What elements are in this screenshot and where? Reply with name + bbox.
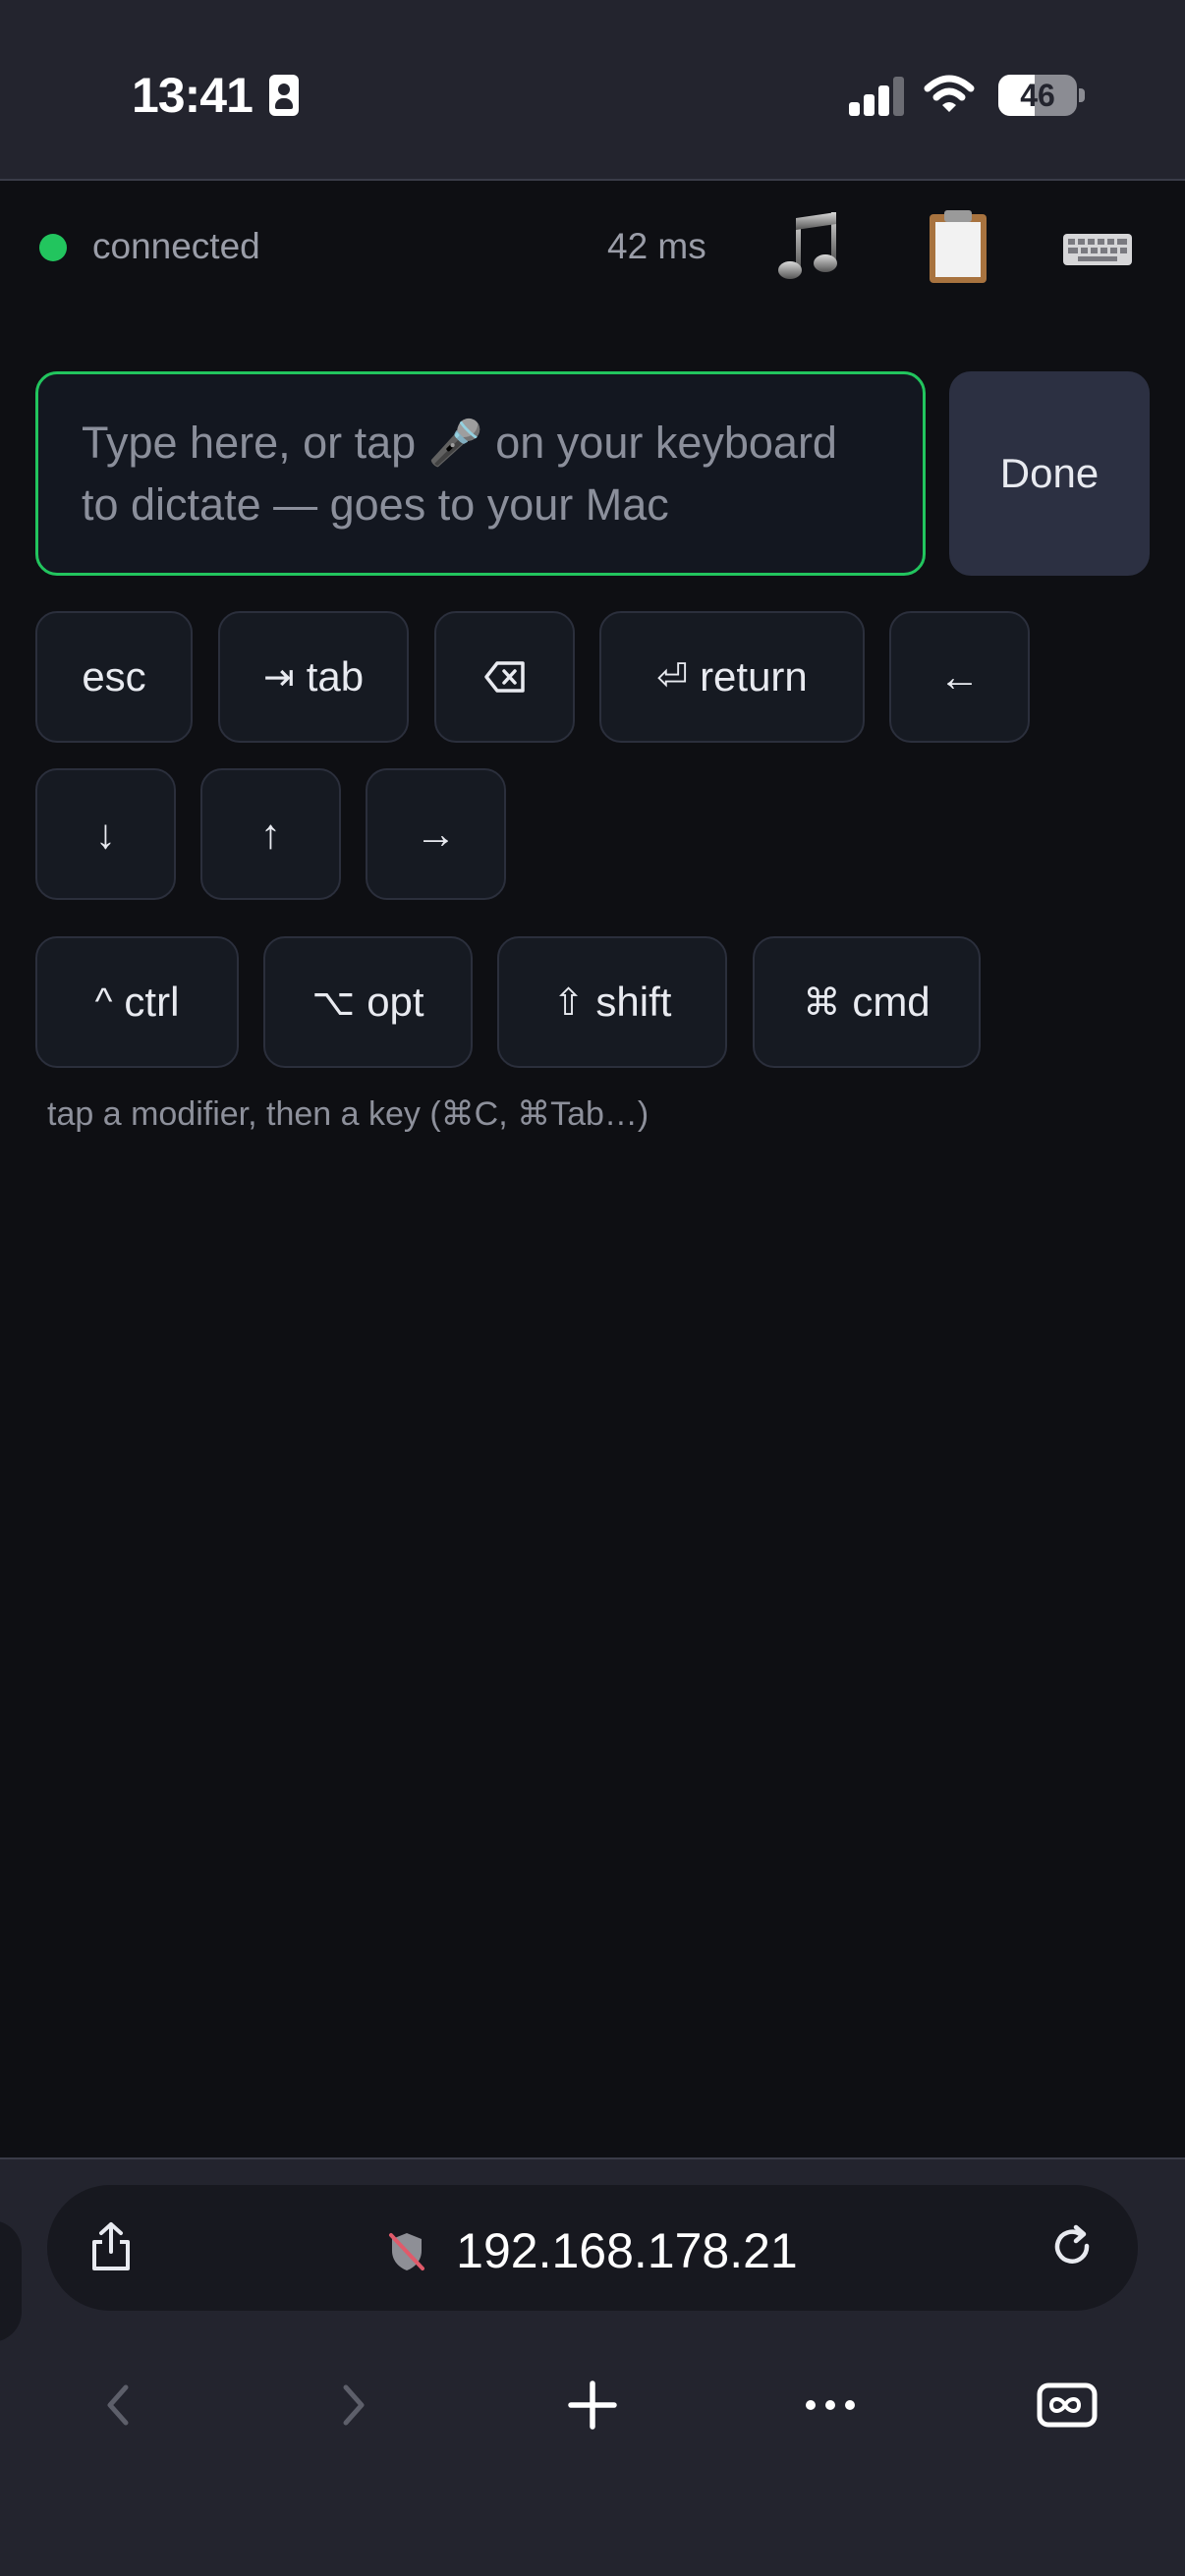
new-tab-icon[interactable] (543, 2356, 642, 2454)
ctrl-key-label: ctrl (124, 979, 180, 1025)
shift-icon: ⇧ (552, 981, 585, 1024)
cmd-modifier-key[interactable]: ⌘ cmd (753, 936, 981, 1068)
return-key-label: return (700, 653, 808, 700)
ctrl-modifier-key[interactable]: ^ ctrl (35, 936, 239, 1068)
backspace-key[interactable] (434, 611, 575, 743)
battery-level: 46 (1020, 78, 1055, 113)
status-bar: 13:41 46 (0, 0, 1185, 181)
arrow-left-icon: ← (938, 653, 981, 700)
shift-key-label: shift (595, 979, 672, 1025)
option-icon: ⌥ (311, 981, 356, 1024)
return-key[interactable]: ⏎ return (599, 611, 865, 743)
app-top-bar: connected 42 ms (0, 181, 1185, 308)
connection-status-dot (39, 234, 67, 261)
browser-toolbar: 192.168.178.21 (0, 2157, 1185, 2576)
music-note-icon[interactable] (768, 208, 857, 287)
url-text: 192.168.178.21 (456, 2223, 798, 2278)
modifier-hint: tap a modifier, then a key (⌘C, ⌘Tab…) (47, 1095, 649, 1133)
arrow-right-icon: → (415, 811, 457, 857)
esc-key-label: esc (82, 653, 146, 700)
ctrl-icon: ^ (94, 980, 113, 1023)
latency-readout: 42 ms (607, 226, 706, 266)
input-placeholder: Type here, or tap 🎤 on your keyboard to … (82, 418, 837, 530)
opt-modifier-key[interactable]: ⌥ opt (263, 936, 473, 1068)
command-icon: ⌘ (803, 981, 841, 1024)
clipboard-icon[interactable] (914, 208, 1002, 287)
arrow-left-key[interactable]: ← (889, 611, 1030, 743)
tab-key[interactable]: ⇥ tab (218, 611, 409, 743)
url-display: 192.168.178.21 (0, 2222, 1185, 2279)
not-secure-icon (389, 2233, 425, 2270)
backspace-icon (483, 661, 525, 693)
more-icon[interactable] (781, 2356, 879, 2454)
battery-tip (1079, 88, 1085, 102)
wifi-icon (924, 75, 975, 112)
keyboard-icon[interactable] (1053, 208, 1142, 287)
status-time: 13:41 (132, 68, 254, 123)
connection-status-text: connected (92, 226, 260, 266)
done-button[interactable]: Done (949, 371, 1150, 576)
tab-key-label: tab (306, 653, 365, 700)
back-icon[interactable] (69, 2356, 167, 2454)
contact-card-icon (269, 75, 299, 116)
shift-modifier-key[interactable]: ⇧ shift (497, 936, 727, 1068)
arrow-up-icon: ↑ (260, 811, 281, 857)
arrow-down-key[interactable]: ↓ (35, 768, 176, 900)
esc-key[interactable]: esc (35, 611, 193, 743)
arrow-up-key[interactable]: ↑ (200, 768, 341, 900)
cellular-signal-icon (849, 77, 906, 116)
return-icon: ⏎ (656, 656, 689, 699)
tab-icon: ⇥ (262, 656, 295, 699)
tabs-icon[interactable] (1018, 2356, 1116, 2454)
arrow-right-key[interactable]: → (366, 768, 506, 900)
opt-key-label: opt (367, 979, 424, 1025)
arrow-down-icon: ↓ (95, 811, 116, 857)
cmd-key-label: cmd (852, 979, 931, 1025)
dictation-text-input[interactable]: Type here, or tap 🎤 on your keyboard to … (35, 371, 926, 576)
forward-icon[interactable] (305, 2356, 403, 2454)
battery-icon: 46 (998, 75, 1077, 116)
